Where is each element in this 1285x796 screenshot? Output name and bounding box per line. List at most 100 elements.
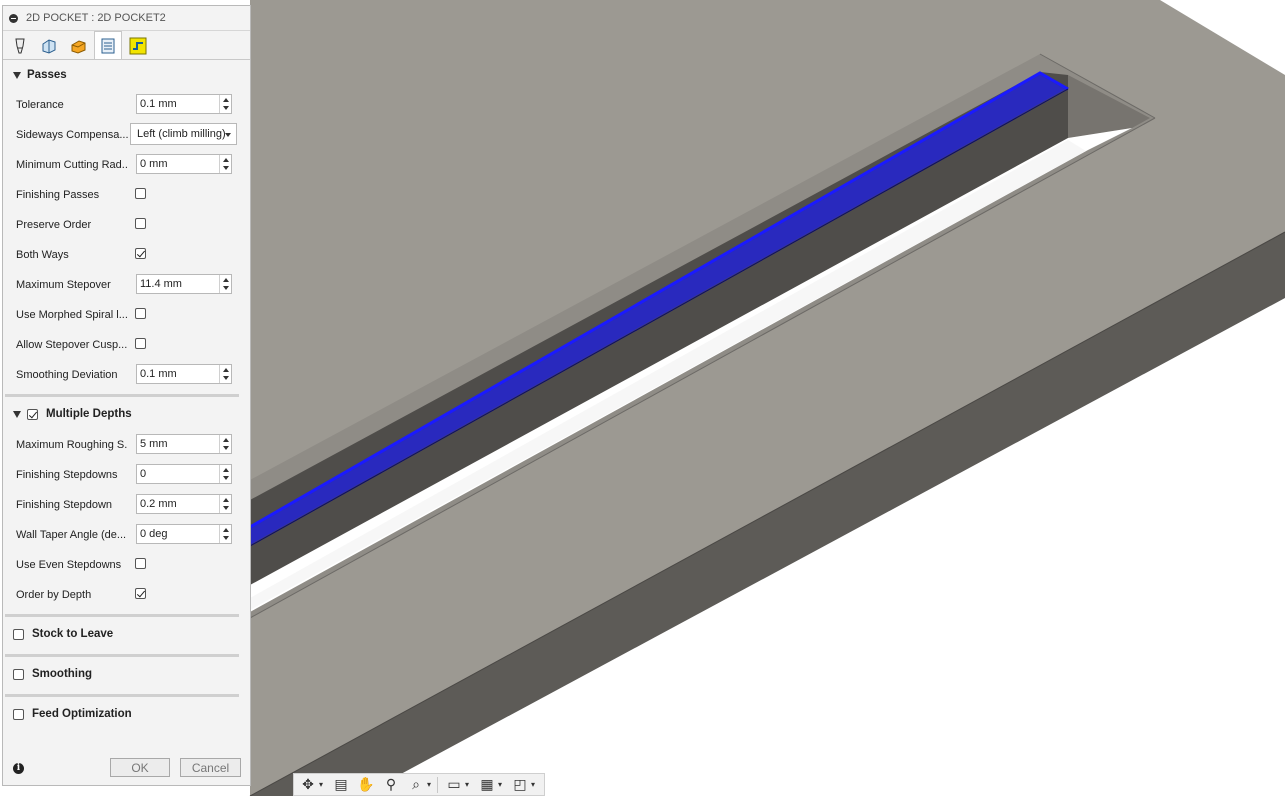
preserve-order-row: Preserve Order <box>3 213 251 237</box>
max-stepover-row: Maximum Stepover 11.4 mm <box>3 273 251 297</box>
fit-icon[interactable]: ⌕ <box>405 776 427 794</box>
cancel-button[interactable]: Cancel <box>180 758 241 777</box>
finishing-passes-label: Finishing Passes <box>16 189 100 201</box>
feed-optimization-title: Feed Optimization <box>32 708 132 720</box>
pan-icon[interactable]: ✋ <box>355 776 377 794</box>
morphed-spiral-row: Use Morphed Spiral l... <box>3 303 251 327</box>
spinner-arrows-icon[interactable] <box>219 435 231 453</box>
tab-heights[interactable] <box>65 33 91 59</box>
collapse-icon[interactable] <box>9 13 18 23</box>
finishing-stepdowns-row: Finishing Stepdowns 0 <box>3 463 251 487</box>
tolerance-input[interactable]: 0.1 mm <box>136 94 232 114</box>
multiple-depths-title: Multiple Depths <box>46 408 132 420</box>
look-at-icon[interactable]: ▤ <box>330 776 352 794</box>
min-radius-value: 0 mm <box>140 158 168 170</box>
expand-triangle-icon <box>13 410 21 418</box>
section-divider <box>5 394 239 397</box>
both-ways-label: Both Ways <box>16 249 69 261</box>
finishing-passes-checkbox[interactable] <box>135 188 146 199</box>
display-settings-icon[interactable]: ▭ <box>443 776 465 794</box>
finishing-stepdowns-label: Finishing Stepdowns <box>16 469 118 481</box>
smoothing-section-header[interactable]: Smoothing <box>3 664 253 684</box>
tab-linking[interactable] <box>125 33 151 59</box>
passes-icon <box>101 38 115 53</box>
even-stepdowns-checkbox[interactable] <box>135 558 146 569</box>
spinner-arrows-icon[interactable] <box>219 365 231 383</box>
chevron-down-icon[interactable]: ▾ <box>531 780 539 789</box>
allow-cusp-label: Allow Stepover Cusp... <box>16 339 128 351</box>
tab-passes[interactable] <box>94 31 122 59</box>
spinner-arrows-icon[interactable] <box>219 95 231 113</box>
both-ways-row: Both Ways <box>3 243 251 267</box>
tolerance-value: 0.1 mm <box>140 98 177 110</box>
stock-to-leave-section-header[interactable]: Stock to Leave <box>3 624 253 644</box>
max-roughing-label: Maximum Roughing S... <box>16 439 128 451</box>
order-by-depth-checkbox[interactable] <box>135 588 146 599</box>
finishing-stepdown-label: Finishing Stepdown <box>16 499 113 511</box>
orbit-icon[interactable]: ✥ <box>297 776 319 794</box>
chevron-down-icon[interactable]: ▾ <box>427 780 435 789</box>
panel-titlebar[interactable]: 2D POCKET : 2D POCKET2 <box>3 6 250 31</box>
smoothing-checkbox[interactable] <box>13 668 24 680</box>
spinner-arrows-icon[interactable] <box>219 275 231 293</box>
allow-cusp-checkbox[interactable] <box>135 338 146 349</box>
spinner-arrows-icon[interactable] <box>219 155 231 173</box>
panel-tabs <box>3 31 250 60</box>
spinner-arrows-icon[interactable] <box>219 495 231 513</box>
order-by-depth-label: Order by Depth <box>16 589 92 601</box>
preserve-order-label: Preserve Order <box>16 219 92 231</box>
multiple-depths-section-header[interactable]: Multiple Depths <box>3 404 243 424</box>
passes-section-header[interactable]: Passes <box>3 65 243 85</box>
smoothing-deviation-input[interactable]: 0.1 mm <box>136 364 232 384</box>
max-stepover-value: 11.4 mm <box>140 278 182 290</box>
finishing-stepdowns-input[interactable]: 0 <box>136 464 232 484</box>
chevron-down-icon[interactable]: ▾ <box>498 780 506 789</box>
finishing-stepdowns-value: 0 <box>140 468 147 480</box>
stock-to-leave-checkbox[interactable] <box>13 628 24 640</box>
tab-geometry[interactable] <box>36 33 62 59</box>
zoom-icon[interactable]: ⚲ <box>380 776 402 794</box>
sideways-select[interactable]: Left (climb milling) <box>130 123 237 145</box>
both-ways-checkbox[interactable] <box>135 248 146 259</box>
tolerance-label: Tolerance <box>16 99 64 111</box>
linking-icon <box>129 37 147 55</box>
info-icon[interactable]: i <box>13 763 24 774</box>
viewport-navigation-bar: ✥ ▾ ▤ ✋ ⚲ ⌕ ▾ ▭ ▾ ▦ ▾ ◰ ▾ <box>293 773 545 796</box>
feed-optimization-section-header[interactable]: Feed Optimization <box>3 704 253 724</box>
grid-icon[interactable]: ▦ <box>476 776 498 794</box>
morphed-spiral-checkbox[interactable] <box>135 308 146 319</box>
wall-taper-label: Wall Taper Angle (de... <box>16 529 127 541</box>
stock-to-leave-title: Stock to Leave <box>32 628 114 640</box>
dropdown-caret-icon <box>225 133 231 137</box>
chevron-down-icon[interactable]: ▾ <box>319 780 327 789</box>
smoothing-deviation-row: Smoothing Deviation 0.1 mm <box>3 363 251 387</box>
spinner-arrows-icon[interactable] <box>219 525 231 543</box>
heights-icon <box>71 40 86 54</box>
min-radius-row: Minimum Cutting Rad... 0 mm <box>3 153 251 177</box>
feed-optimization-checkbox[interactable] <box>13 708 24 720</box>
smoothing-title: Smoothing <box>32 668 93 680</box>
sideways-row: Sideways Compensa... Left (climb milling… <box>3 123 251 147</box>
sideways-label: Sideways Compensa... <box>16 129 128 141</box>
expand-triangle-icon <box>13 71 21 79</box>
max-roughing-input[interactable]: 5 mm <box>136 434 232 454</box>
viewports-icon[interactable]: ◰ <box>509 776 531 794</box>
wall-taper-input[interactable]: 0 deg <box>136 524 232 544</box>
sideways-value: Left (climb milling) <box>137 128 226 140</box>
max-roughing-row: Maximum Roughing S... 5 mm <box>3 433 251 457</box>
max-roughing-value: 5 mm <box>140 438 168 450</box>
finishing-stepdown-input[interactable]: 0.2 mm <box>136 494 232 514</box>
finishing-passes-row: Finishing Passes <box>3 183 251 207</box>
multiple-depths-checkbox[interactable] <box>27 408 38 420</box>
toolbar-divider <box>437 776 438 793</box>
preserve-order-checkbox[interactable] <box>135 218 146 229</box>
min-radius-label: Minimum Cutting Rad... <box>16 159 128 171</box>
pocket-settings-panel: 2D POCKET : 2D POCKET2 Passes Tolerance … <box>2 5 251 786</box>
section-divider <box>5 654 239 657</box>
spinner-arrows-icon[interactable] <box>219 465 231 483</box>
ok-button[interactable]: OK <box>110 758 170 777</box>
chevron-down-icon[interactable]: ▾ <box>465 780 473 789</box>
min-radius-input[interactable]: 0 mm <box>136 154 232 174</box>
max-stepover-input[interactable]: 11.4 mm <box>136 274 232 294</box>
tab-tool[interactable] <box>7 33 33 59</box>
